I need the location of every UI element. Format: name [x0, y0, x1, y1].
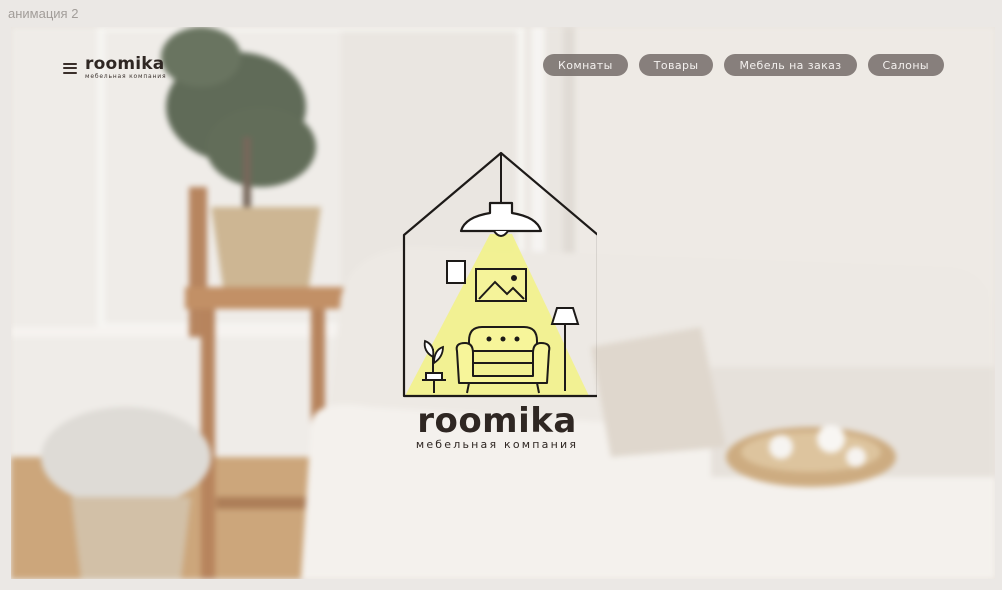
nav-item-rooms[interactable]: Комнаты [543, 54, 628, 76]
nav-item-products[interactable]: Товары [638, 54, 714, 76]
hero-brand: roomika мебельная компания [347, 401, 647, 451]
main-nav: Комнаты Товары Мебель на заказ Салоны [543, 54, 944, 76]
header-logo[interactable]: roomika мебельная компания [63, 55, 166, 81]
header-brand[interactable]: roomika мебельная компания [85, 56, 166, 80]
nav-item-salons[interactable]: Салоны [867, 54, 944, 76]
header-brand-name: roomika [85, 54, 165, 74]
menu-icon[interactable] [63, 62, 77, 74]
frame-title: анимация 2 [8, 6, 79, 21]
header-brand-tagline: мебельная компания [85, 73, 167, 80]
hero-brand-tagline: мебельная компания [415, 438, 579, 451]
nav-item-custom-furniture[interactable]: Мебель на заказ [724, 54, 857, 76]
hero-frame: roomika мебельная компания Комнаты Товар… [11, 27, 995, 579]
hero-brand-name: roomika [417, 401, 577, 441]
